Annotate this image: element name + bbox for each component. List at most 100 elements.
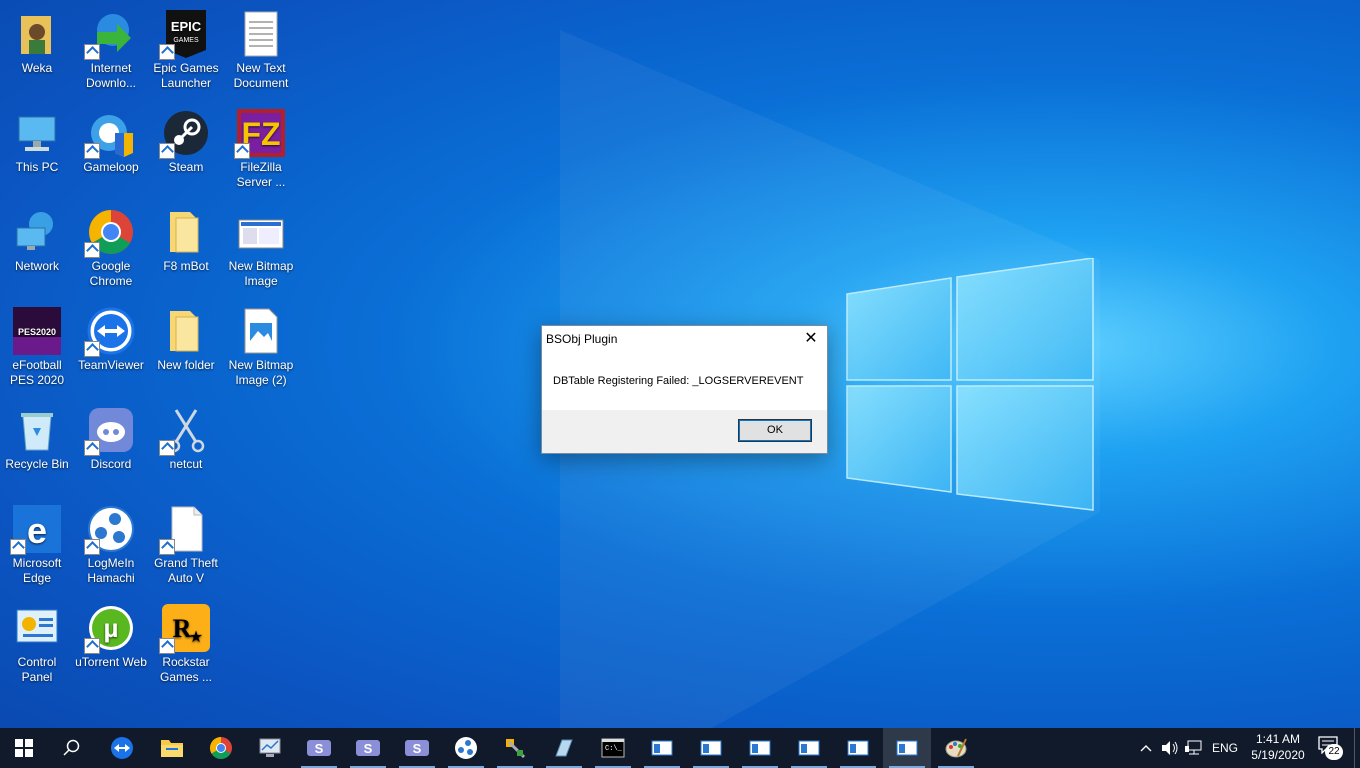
- taskbar-app-3[interactable]: S: [344, 728, 392, 768]
- taskbar-window-5[interactable]: [834, 728, 882, 768]
- icon-label: Discord: [90, 457, 132, 471]
- icon-label: Epic Games Launcher: [153, 61, 219, 90]
- hamachi-icon: [455, 737, 477, 759]
- desktop-icon-gameloop[interactable]: Gameloop: [73, 103, 149, 175]
- taskbar-app-2[interactable]: S: [295, 728, 343, 768]
- show-desktop-button[interactable]: [1354, 728, 1360, 768]
- utorrent-icon: µ: [84, 604, 135, 654]
- icon-label: New Bitmap Image: [228, 259, 294, 288]
- icon-label: Control Panel: [17, 655, 57, 684]
- desktop-icon-new-folder[interactable]: New folder: [148, 301, 224, 373]
- speaker-icon: [1162, 741, 1178, 755]
- windows-logo-wallpaper: [846, 258, 1094, 511]
- show-hidden-icons-button[interactable]: [1134, 728, 1158, 768]
- icon-label: F8 mBot: [163, 259, 209, 273]
- language-indicator[interactable]: ENG: [1212, 741, 1238, 755]
- folder-icon: [162, 307, 210, 355]
- desktop-icon-teamviewer[interactable]: TeamViewer: [73, 301, 149, 373]
- book-icon: [555, 739, 573, 757]
- desktop-icon-microsoft-edge[interactable]: e Microsoft Edge: [0, 499, 75, 586]
- error-dialog: BSObj Plugin ✕ DBTable Registering Faile…: [541, 325, 828, 454]
- svg-text:GAMES: GAMES: [173, 37, 199, 44]
- chrome-icon: [210, 737, 232, 759]
- window-icon: [749, 740, 771, 756]
- desktop-icon-efootball-pes-2020[interactable]: PES2020 eFootball PES 2020: [0, 301, 75, 388]
- desktop-icon-utorrent-web[interactable]: µ uTorrent Web: [73, 598, 149, 670]
- desktop-icon-recycle-bin[interactable]: Recycle Bin: [0, 400, 75, 472]
- window-icon: [700, 740, 722, 756]
- idm-icon: [84, 10, 135, 60]
- taskbar-window-4[interactable]: [785, 728, 833, 768]
- taskbar-window-1[interactable]: [638, 728, 686, 768]
- desktop-icon-netcut[interactable]: netcut: [148, 400, 224, 472]
- taskbar-app-tools[interactable]: [491, 728, 539, 768]
- icon-label: Internet Downlo...: [85, 61, 137, 90]
- folder-icon: [161, 740, 183, 757]
- icon-label: Rockstar Games ...: [159, 655, 212, 684]
- image-file-icon: [237, 307, 285, 355]
- svg-text:★: ★: [189, 629, 203, 646]
- app-s-icon: S: [356, 740, 380, 756]
- desktop-icon-weka[interactable]: Weka: [0, 4, 75, 76]
- dialog-title: BSObj Plugin: [546, 332, 618, 346]
- network-tray-button[interactable]: [1182, 728, 1206, 768]
- discord-icon: [84, 406, 135, 456]
- desktop-icon-filezilla-server[interactable]: FZ FileZilla Server ...: [223, 103, 299, 190]
- window-icon: [798, 740, 820, 756]
- desktop-icon-logmein-hamachi[interactable]: LogMeIn Hamachi: [73, 499, 149, 586]
- windows-start-icon: [15, 739, 33, 757]
- desktop-icon-steam[interactable]: Steam: [148, 103, 224, 175]
- taskbar-chrome[interactable]: [197, 728, 245, 768]
- taskbar-window-6-active[interactable]: [883, 728, 931, 768]
- icon-label: New folder: [157, 358, 215, 372]
- taskbar-window-3[interactable]: [736, 728, 784, 768]
- dialog-close-button[interactable]: ✕: [795, 326, 827, 352]
- desktop-icon-discord[interactable]: Discord: [73, 400, 149, 472]
- icon-label: New Bitmap Image (2): [228, 358, 294, 387]
- chevron-up-icon: [1140, 745, 1152, 752]
- dialog-message: DBTable Registering Failed: _LOGSERVEREV…: [553, 375, 804, 387]
- taskbar-hamachi[interactable]: [442, 728, 490, 768]
- volume-button[interactable]: [1158, 728, 1182, 768]
- control-panel-icon: [13, 604, 61, 652]
- desktop-icon-f8-mbot[interactable]: F8 mBot: [148, 202, 224, 274]
- desktop-icon-new-text-document[interactable]: New Text Document: [223, 4, 299, 91]
- teamviewer-icon: [111, 737, 133, 759]
- teamviewer-icon: [84, 307, 135, 357]
- icon-label: eFootball PES 2020: [9, 358, 65, 387]
- taskbar-window-2[interactable]: [687, 728, 735, 768]
- chrome-icon: [84, 208, 135, 258]
- taskbar-command-prompt[interactable]: C:\_: [589, 728, 637, 768]
- search-button[interactable]: [48, 728, 96, 768]
- icon-label: LogMeIn Hamachi: [87, 556, 135, 585]
- desktop-icon-new-bitmap-image[interactable]: New Bitmap Image: [223, 202, 299, 289]
- ok-button[interactable]: OK: [738, 419, 812, 442]
- gameloop-icon: [84, 109, 135, 159]
- clock[interactable]: 1:41 AM 5/19/2020: [1240, 731, 1316, 763]
- taskbar-app-1[interactable]: [246, 728, 294, 768]
- notification-count-badge: 22: [1325, 744, 1343, 760]
- desktop-icon-internet-download-manager[interactable]: Internet Downlo...: [73, 4, 149, 91]
- app-s-icon: S: [307, 740, 331, 756]
- desktop-icon-rockstar-games[interactable]: R ★ Rockstar Games ...: [148, 598, 224, 685]
- desktop-icon-control-panel[interactable]: Control Panel: [0, 598, 75, 685]
- desktop-icon-google-chrome[interactable]: Google Chrome: [73, 202, 149, 289]
- taskbar-file-explorer[interactable]: [148, 728, 196, 768]
- icon-label: FileZilla Server ...: [236, 160, 286, 189]
- desktop-icon-grand-theft-auto-v[interactable]: Grand Theft Auto V: [148, 499, 224, 586]
- taskbar-paint[interactable]: [932, 728, 980, 768]
- desktop-icon-epic-games[interactable]: EPIC GAMES Epic Games Launcher: [148, 4, 224, 91]
- desktop-icon-this-pc[interactable]: This PC: [0, 103, 75, 175]
- start-button[interactable]: [0, 728, 48, 768]
- desktop-icon-new-bitmap-image-2[interactable]: New Bitmap Image (2): [223, 301, 299, 388]
- desktop-icon-network[interactable]: Network: [0, 202, 75, 274]
- taskbar-app-4[interactable]: S: [393, 728, 441, 768]
- taskbar-app-book[interactable]: [540, 728, 588, 768]
- icon-label: uTorrent Web: [75, 655, 147, 669]
- monitor-chart-icon: [259, 738, 281, 757]
- icon-label: Grand Theft Auto V: [154, 556, 218, 585]
- svg-text:S: S: [413, 741, 422, 756]
- edge-icon: e: [10, 505, 61, 555]
- network-tray-icon: [1185, 740, 1202, 755]
- taskbar-teamviewer[interactable]: [98, 728, 146, 768]
